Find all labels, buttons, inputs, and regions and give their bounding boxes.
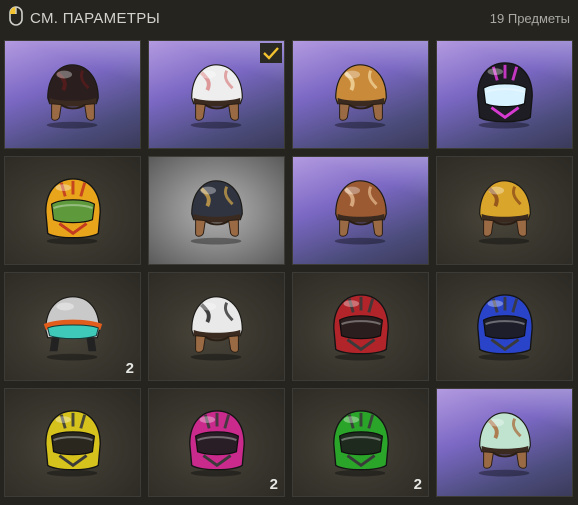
inventory-item[interactable]	[4, 40, 141, 149]
inventory-item[interactable]	[148, 40, 285, 149]
item-count: 19 Предметы	[489, 10, 570, 26]
helmet-icon	[334, 180, 387, 245]
helmet-icon	[333, 294, 389, 361]
helmet-icon	[478, 412, 531, 477]
helmet-icon	[190, 180, 243, 245]
inventory-item[interactable]	[292, 40, 429, 149]
helmet-icon	[477, 62, 533, 129]
helmet-icon	[478, 180, 531, 245]
inventory-item[interactable]: 2	[4, 272, 141, 381]
helmet-icon	[189, 410, 245, 477]
inventory-item[interactable]	[148, 272, 285, 381]
mouse-icon	[6, 5, 26, 32]
item-quantity: 2	[413, 476, 422, 493]
helmet-icon	[333, 410, 389, 477]
helmet-icon	[190, 296, 243, 361]
inventory-item[interactable]: 2	[148, 388, 285, 497]
helmet-icon	[190, 64, 243, 129]
inventory-item[interactable]	[4, 388, 141, 497]
inventory-item[interactable]	[292, 272, 429, 381]
helmet-icon	[45, 410, 101, 477]
item-quantity: 2	[125, 360, 134, 377]
inventory-item[interactable]	[436, 156, 573, 265]
inventory-item[interactable]	[436, 272, 573, 381]
inventory-item[interactable]	[436, 388, 573, 497]
inventory-header: СМ. ПАРАМЕТРЫ 19 Предметы	[0, 0, 578, 36]
inventory-item[interactable]: 2	[292, 388, 429, 497]
helmet-icon	[43, 296, 103, 361]
header-left: СМ. ПАРАМЕТРЫ	[6, 5, 160, 32]
helmet-icon	[46, 64, 99, 129]
helmet-icon	[334, 64, 387, 129]
inventory-item[interactable]	[292, 156, 429, 265]
inventory-item[interactable]	[436, 40, 573, 149]
inventory-item[interactable]	[4, 156, 141, 265]
header-title: СМ. ПАРАМЕТРЫ	[30, 9, 161, 27]
helmet-icon	[45, 178, 101, 245]
item-grid: 2 2 2	[4, 40, 573, 497]
helmet-icon	[477, 294, 533, 361]
checkmark-icon	[260, 43, 282, 63]
item-quantity: 2	[269, 476, 278, 493]
inventory-item[interactable]	[148, 156, 285, 265]
